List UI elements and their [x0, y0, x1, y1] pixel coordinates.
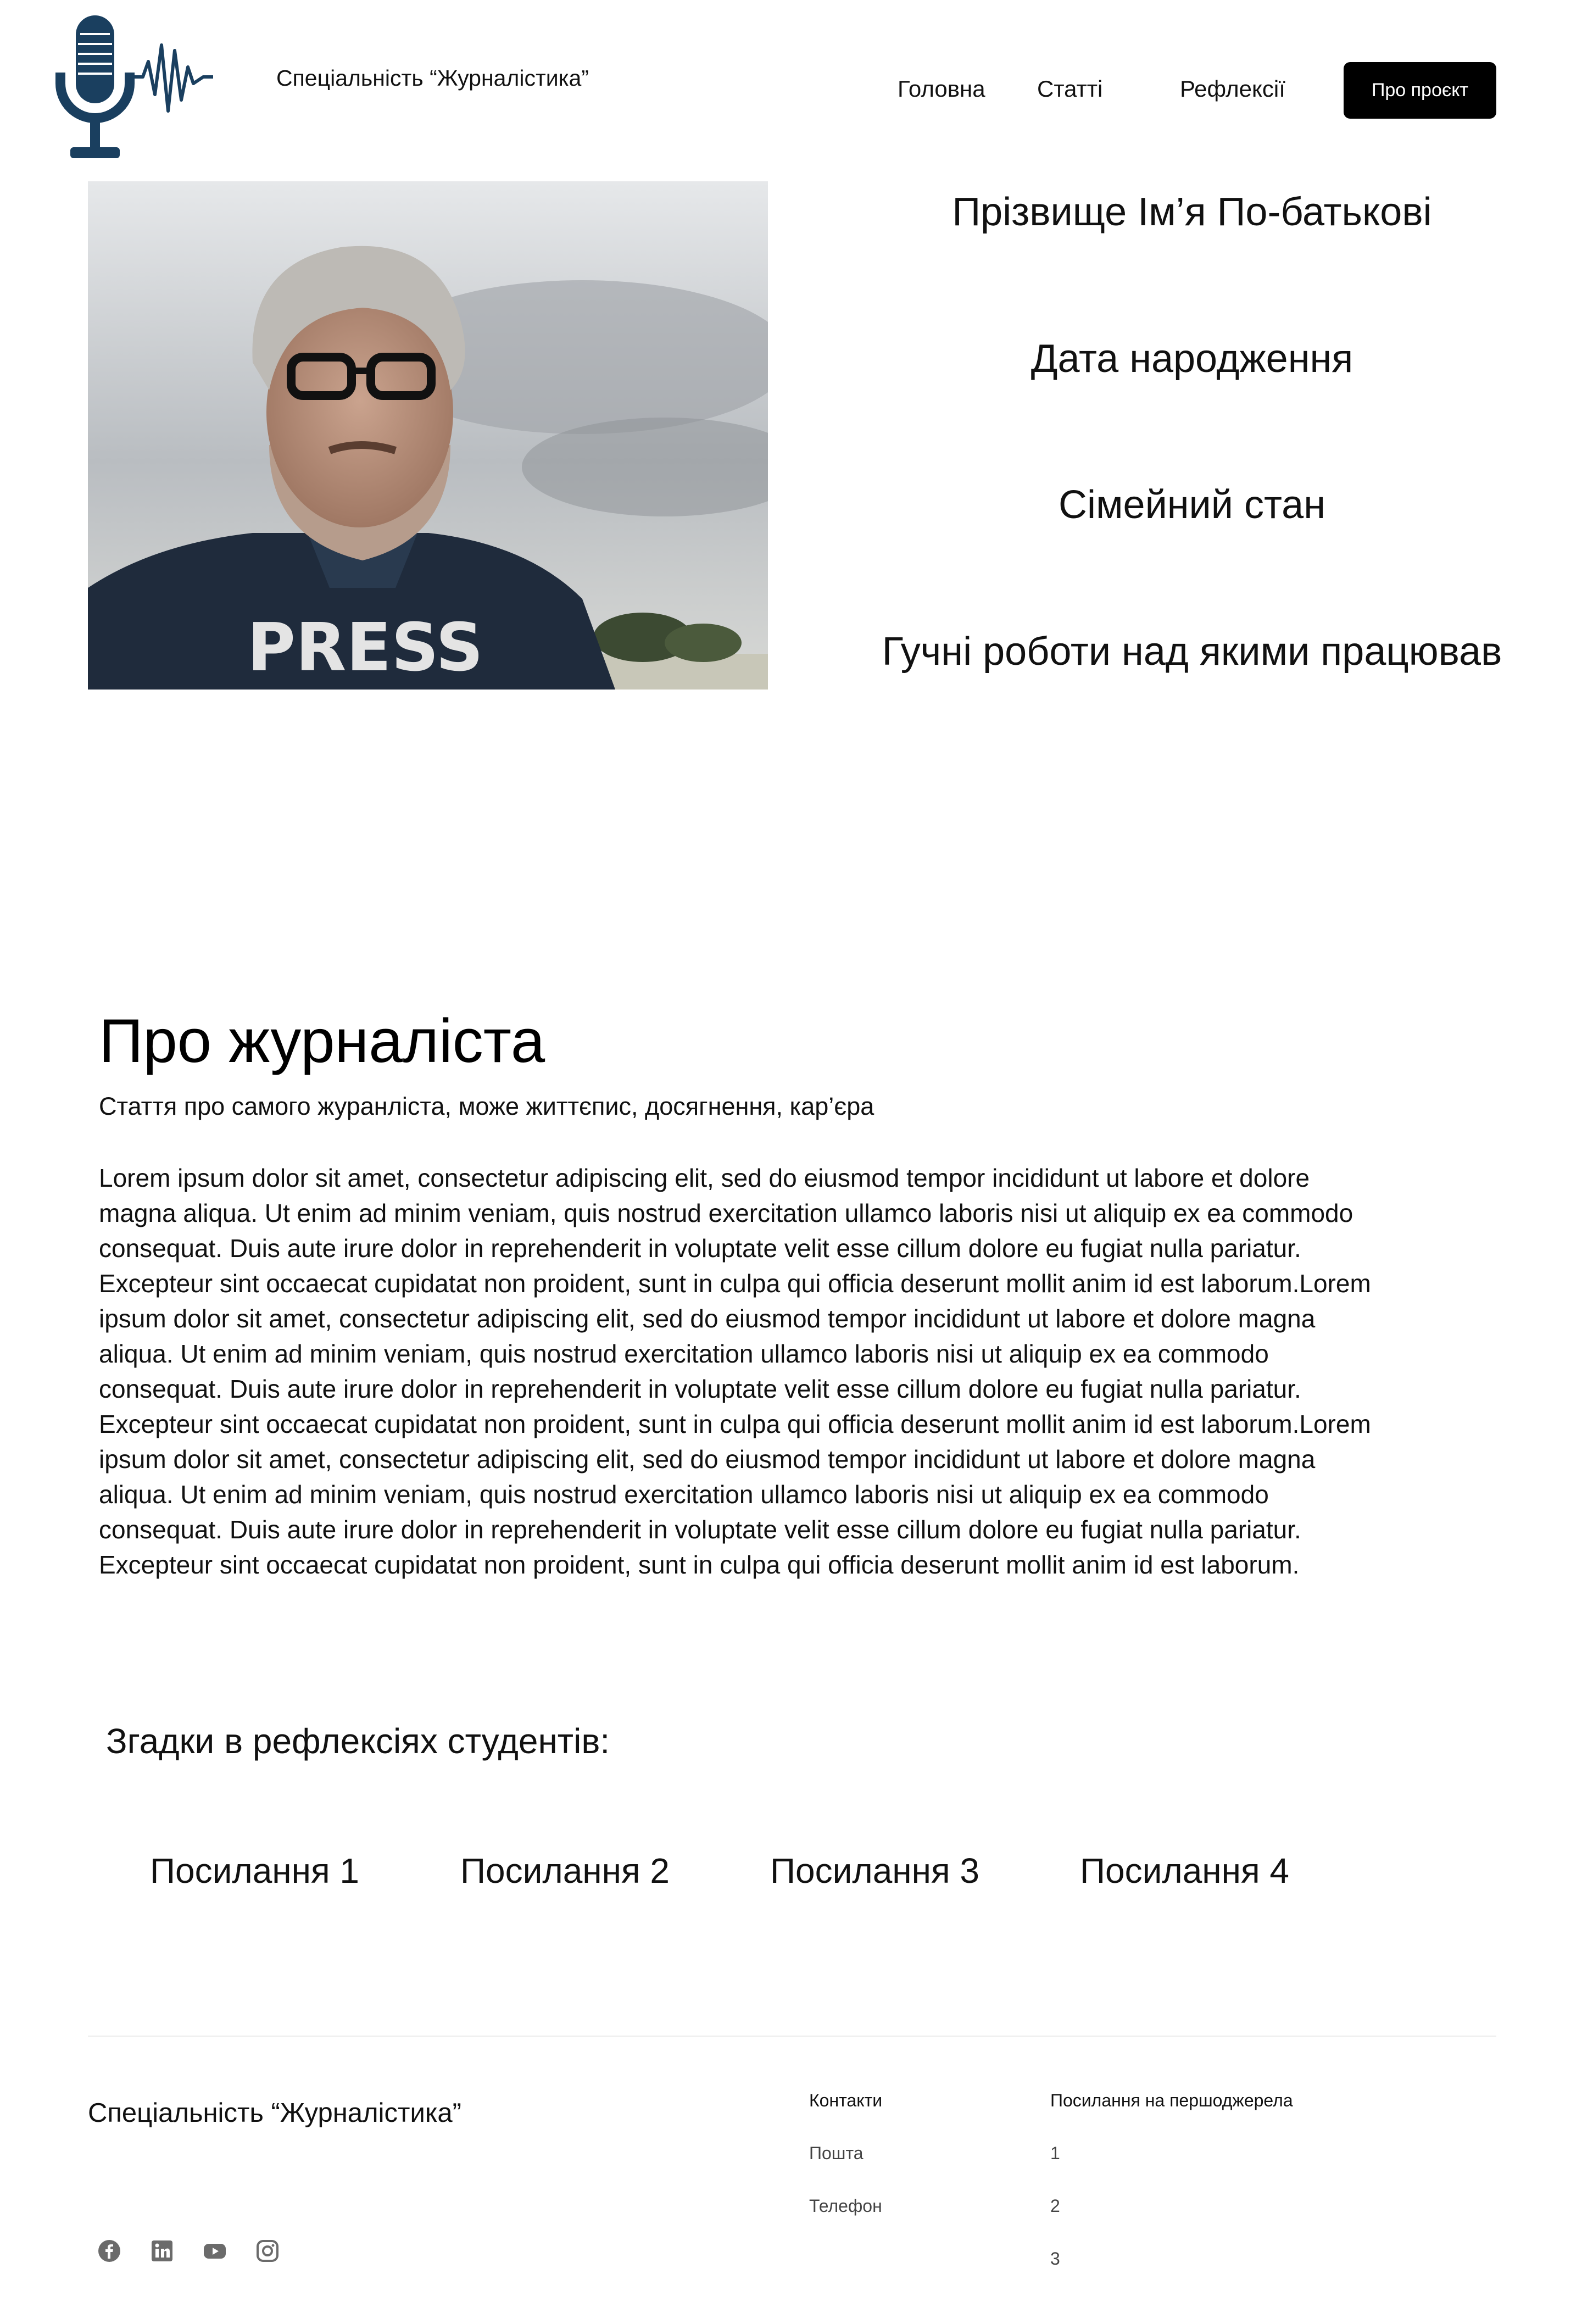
about-project-button[interactable]: Про проєкт [1344, 62, 1496, 119]
about-heading: Про журналіста [99, 1007, 545, 1075]
nav-link-reflections[interactable]: Рефлексії [1180, 76, 1285, 102]
footer-source-link-1[interactable]: 1 [1050, 2143, 1060, 2164]
mention-link-3[interactable]: Посилання 3 [770, 1850, 979, 1891]
youtube-icon[interactable] [203, 2239, 227, 2263]
site-logo[interactable] [49, 12, 225, 165]
info-notable-works: Гучні роботи над якими працював [882, 630, 1502, 674]
footer-contact-email[interactable]: Пошта [809, 2143, 864, 2164]
nav-link-home[interactable]: Головна [898, 76, 985, 102]
info-birth-date: Дата народження [1030, 337, 1353, 381]
footer-contacts-heading: Контакти [809, 2091, 883, 2110]
footer-divider [88, 2036, 1496, 2037]
mentions-heading: Згадки в рефлексіях студентів: [106, 1721, 610, 1761]
footer-sources-heading: Посилання на першоджерела [1050, 2091, 1293, 2110]
about-body-text: Lorem ipsum dolor sit amet, consectetur … [99, 1164, 1371, 1579]
footer-site-title: Спеціальність “Журналістика” [88, 2098, 461, 2128]
footer-source-link-2[interactable]: 2 [1050, 2196, 1060, 2216]
mention-link-2[interactable]: Посилання 2 [460, 1850, 670, 1891]
facebook-icon[interactable] [97, 2239, 121, 2263]
footer-source-link-3[interactable]: 3 [1050, 2249, 1060, 2269]
journalist-photo: PRESS [88, 181, 768, 690]
instagram-icon[interactable] [255, 2239, 280, 2263]
info-full-name: Прізвище Ім’я По-батькові [952, 190, 1432, 234]
linkedin-icon[interactable] [150, 2239, 174, 2263]
site-title: Спеціальність “Журналістика” [276, 65, 589, 91]
press-label: PRESS [247, 610, 483, 686]
microphone-logo-icon [55, 15, 213, 158]
footer-contact-phone[interactable]: Телефон [809, 2196, 882, 2216]
info-marital-status: Сімейний стан [1059, 483, 1325, 527]
mention-link-1[interactable]: Посилання 1 [150, 1850, 359, 1891]
nav-link-articles[interactable]: Статті [1037, 76, 1102, 102]
mention-link-4[interactable]: Посилання 4 [1080, 1850, 1289, 1891]
about-subtitle: Стаття про самого журанліста, може життє… [99, 1092, 874, 1120]
